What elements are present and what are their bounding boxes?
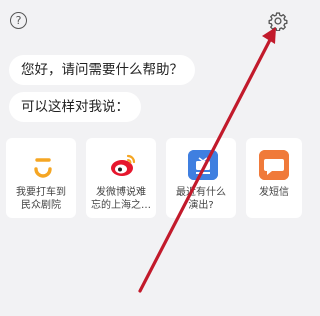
suggestion-card-shows[interactable]: 最近有什么 演出?: [166, 138, 236, 218]
help-icon[interactable]: ?: [10, 12, 27, 29]
gear-icon-graphic: [268, 12, 288, 31]
weibo-icon: [108, 150, 138, 180]
suggestion-card-sms[interactable]: 发短信: [246, 138, 302, 218]
gear-icon[interactable]: [268, 11, 288, 31]
suggestion-card-label: 我要打车到 民众剧院: [16, 187, 66, 211]
suggestion-prompt-bubble: 可以这样对我说：: [9, 92, 141, 122]
help-glyph: ?: [15, 14, 22, 27]
top-bar: ?: [0, 0, 300, 40]
show-icon: [188, 150, 218, 180]
suggestion-card-label: 发短信: [259, 187, 289, 198]
suggestion-cards: 我要打车到 民众剧院 发微博说难 忘的上海之… 最近有什么 演出? 发短信: [6, 138, 302, 218]
suggestion-card-label: 最近有什么 演出?: [176, 187, 226, 211]
greeting-bubble: 您好，请问需要什么帮助？: [9, 55, 195, 85]
sms-icon: [259, 150, 289, 180]
suggestion-card-weibo[interactable]: 发微博说难 忘的上海之…: [86, 138, 156, 218]
suggestion-card-taxi[interactable]: 我要打车到 民众剧院: [6, 138, 76, 218]
suggestion-card-label: 发微博说难 忘的上海之…: [91, 187, 151, 211]
didi-icon: [28, 150, 58, 180]
